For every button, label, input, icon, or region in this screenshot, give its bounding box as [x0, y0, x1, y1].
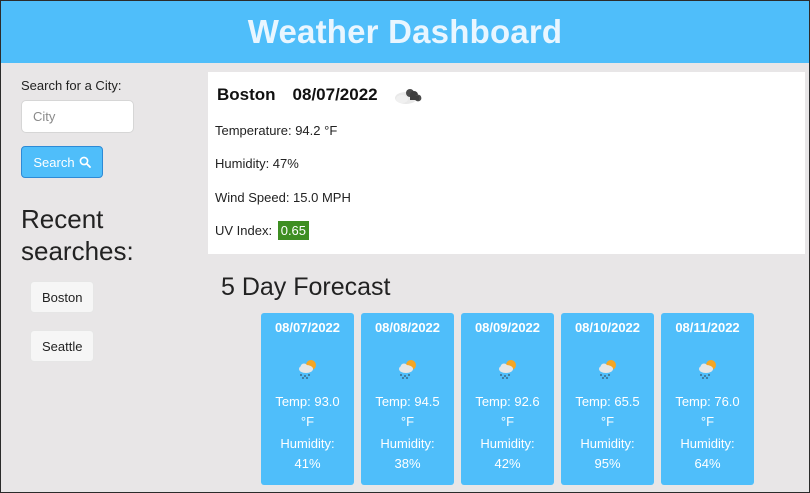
current-wind-speed: Wind Speed: 15.0 MPH: [215, 190, 351, 205]
rain-sun-icon: [499, 360, 516, 379]
uv-label: UV Index:: [215, 223, 273, 238]
rain-sun-icon: [699, 360, 716, 379]
current-weather-header: Boston 08/07/2022: [217, 83, 426, 106]
forecast-humidity-label: Humidity:: [280, 436, 335, 451]
recent-search-seattle[interactable]: Seattle: [30, 330, 95, 362]
forecast-card: 08/11/2022 Temp: 76.0 °F Humidity: 64%: [661, 313, 754, 485]
forecast-temp: Temp: 92.6 °F: [475, 394, 540, 429]
forecast-date: 08/09/2022: [474, 320, 541, 335]
forecast-card: 08/10/2022 Temp: 65.5 °F Humidity: 95%: [561, 313, 654, 485]
forecast-humidity-value: 95%: [594, 456, 621, 471]
recent-searches-heading: Recent searches:: [21, 204, 134, 266]
search-button-label: Search: [33, 154, 75, 170]
forecast-humidity-label: Humidity:: [380, 436, 435, 451]
forecast-card: 08/09/2022 Temp: 92.6 °F Humidity: 42%: [461, 313, 554, 485]
forecast-humidity: Humidity: 42%: [461, 434, 554, 474]
forecast-card: 08/07/2022 Temp: 93.0 °F Humidity: 41%: [261, 313, 354, 485]
forecast-temp: Temp: 76.0 °F: [675, 394, 740, 429]
forecast-humidity-value: 64%: [694, 456, 721, 471]
forecast-cards: 08/07/2022 Temp: 93.0 °F Humidity: 41% 0…: [261, 313, 754, 485]
forecast-humidity: Humidity: 95%: [561, 434, 654, 474]
recent-search-boston[interactable]: Boston: [30, 281, 95, 313]
current-uv: UV Index: 0.65: [215, 221, 310, 240]
forecast-temp: Temp: 65.5 °F: [575, 394, 640, 429]
current-weather-panel: Boston 08/07/2022 Temperature: 94.2 °F H…: [208, 72, 805, 254]
forecast-humidity-label: Humidity:: [580, 436, 635, 451]
forecast-date: 08/11/2022: [675, 320, 740, 335]
forecast-temp: Temp: 94.5 °F: [375, 394, 440, 429]
forecast-date: 08/07/2022: [274, 320, 341, 335]
sidebar: Search for a City: Search Recent searche…: [1, 63, 201, 493]
city-search-input[interactable]: [21, 100, 134, 133]
current-city: Boston: [217, 84, 276, 104]
forecast-humidity-label: Humidity:: [480, 436, 535, 451]
forecast-humidity-value: 42%: [494, 456, 521, 471]
forecast-humidity-label: Humidity:: [680, 436, 735, 451]
forecast-humidity-value: 41%: [294, 456, 321, 471]
forecast-humidity: Humidity: 38%: [361, 434, 454, 474]
forecast-card: 08/08/2022 Temp: 94.5 °F Humidity: 38%: [361, 313, 454, 485]
search-label: Search for a City:: [21, 78, 122, 93]
search-icon: [79, 156, 91, 168]
current-date: 08/07/2022: [292, 84, 378, 104]
uv-index-badge: 0.65: [277, 221, 310, 240]
rain-sun-icon: [299, 360, 316, 379]
page-title: Weather Dashboard: [247, 13, 563, 50]
rain-sun-icon: [399, 360, 416, 379]
forecast-date: 08/08/2022: [374, 320, 441, 335]
forecast-humidity: Humidity: 64%: [661, 434, 754, 474]
current-humidity: Humidity: 47%: [215, 156, 299, 171]
forecast-date: 08/10/2022: [574, 320, 641, 335]
app-header: Weather Dashboard: [1, 1, 809, 63]
search-button[interactable]: Search: [21, 146, 103, 178]
current-temperature: Temperature: 94.2 °F: [215, 123, 338, 138]
forecast-humidity-value: 38%: [394, 456, 421, 471]
broken-clouds-icon: [394, 89, 422, 104]
forecast-temp: Temp: 93.0 °F: [275, 394, 340, 429]
forecast-humidity: Humidity: 41%: [261, 434, 354, 474]
forecast-heading: 5 Day Forecast: [221, 273, 391, 301]
rain-sun-icon: [599, 360, 616, 379]
